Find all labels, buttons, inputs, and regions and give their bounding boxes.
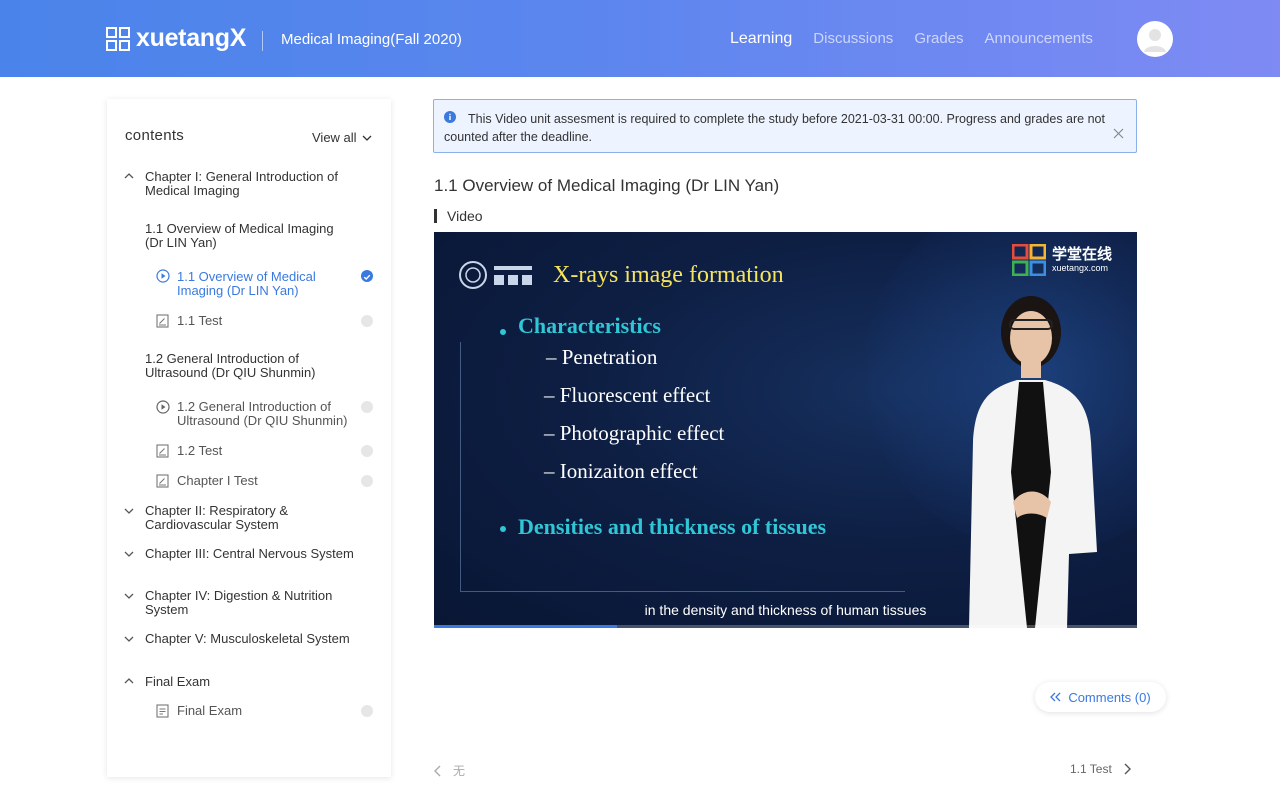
chevron-up-icon[interactable] [124, 678, 134, 684]
test-document-icon [156, 474, 169, 488]
comments-button[interactable]: Comments (0) [1035, 682, 1166, 712]
brand-cn: 学堂在线 [1052, 246, 1113, 263]
chevron-down-icon[interactable] [124, 636, 134, 642]
unit-title: 1.1 Overview of Medical Imaging (Dr LIN … [434, 176, 780, 195]
comments-label: Comments (0) [1068, 689, 1151, 705]
university-emblem-icon [459, 261, 532, 289]
unit-chapter-1-test[interactable]: Chapter I Test [177, 474, 337, 488]
slide-item: – Ionizaiton effect [544, 459, 698, 483]
view-all-button[interactable]: View all [312, 130, 372, 145]
bullet-dot [500, 526, 506, 532]
status-dot [361, 315, 373, 327]
slide-title: X-rays image formation [553, 262, 784, 288]
sidebar-header: contents View all [107, 121, 391, 153]
section-1-2-title: 1.2 General Introduction of Ultrasound (… [145, 351, 316, 380]
slide-heading-densities: Densities and thickness of tissues [518, 514, 827, 539]
logo-text: xuetangX [136, 24, 247, 52]
sidebar-title: contents [125, 127, 185, 144]
slide-item: – Penetration [546, 345, 658, 369]
next-unit-button[interactable]: 1.1 Test [1070, 762, 1131, 776]
exam-document-icon [156, 704, 169, 718]
logo-icon [106, 26, 130, 51]
status-dot [361, 401, 373, 413]
unit-1-2-test[interactable]: 1.2 Test [177, 444, 337, 458]
course-contents-sidebar: contents View all Chapter I: General Int… [107, 99, 391, 777]
user-avatar[interactable] [1137, 21, 1173, 57]
nav-discussions[interactable]: Discussions [813, 30, 893, 48]
chevron-right-icon [1124, 763, 1131, 775]
final-exam-chapter[interactable]: Final Exam [145, 675, 365, 689]
section-1-1-title: 1.1 Overview of Medical Imaging (Dr LIN … [145, 221, 334, 250]
video-subtitle: in the density and thickness of human ti… [644, 602, 927, 618]
top-header: xuetangX Medical Imaging(Fall 2020) Lear… [0, 0, 1280, 77]
user-avatar-icon [1144, 29, 1166, 52]
unit-final-exam[interactable]: Final Exam [177, 704, 337, 718]
status-dot [361, 705, 373, 717]
video-progress-bar[interactable] [434, 625, 1137, 628]
chevron-down-icon[interactable] [124, 551, 134, 557]
completed-check-icon [361, 270, 373, 282]
chapter-3-title[interactable]: Chapter III: Central Nervous System [145, 547, 365, 561]
next-unit-label: 1.1 Test [1070, 762, 1112, 776]
notice-text: This Video unit assesment is required to… [444, 112, 1105, 144]
chapter-4-title[interactable]: Chapter IV: Digestion & Nutrition System [145, 589, 365, 617]
chevron-down-icon [362, 135, 372, 141]
nav-learning[interactable]: Learning [730, 30, 792, 48]
previous-unit-label: 无 [453, 764, 466, 778]
presenter-figure [969, 296, 1097, 628]
chevron-down-icon[interactable] [124, 593, 134, 599]
unit-1-2-video[interactable]: 1.2 General Introduction of Ultrasound (… [177, 400, 352, 428]
brand-en: xuetangx.com [1052, 263, 1109, 273]
deadline-notice: This Video unit assesment is required to… [433, 99, 1137, 153]
status-dot [361, 475, 373, 487]
play-circle-icon [156, 269, 170, 283]
course-title: Medical Imaging(Fall 2020) [281, 31, 462, 48]
nav-announcements[interactable]: Announcements [985, 30, 1093, 48]
video-player[interactable]: X-rays image formation Characteristics –… [434, 232, 1137, 628]
play-circle-icon [156, 400, 170, 414]
main-nav: Learning Discussions Grades Announcement… [730, 30, 1114, 48]
chevron-left-icon [434, 765, 441, 776]
unit-1-1-video[interactable]: 1.1 Overview of Medical Imaging (Dr LIN … [177, 270, 337, 298]
slide-heading-characteristics: Characteristics [518, 313, 661, 338]
unit-1-1-test[interactable]: 1.1 Test [177, 314, 337, 328]
close-icon[interactable] [1113, 128, 1124, 139]
chapter-2-title[interactable]: Chapter II: Respiratory & Cardiovascular… [145, 504, 365, 532]
bullet-dot [500, 329, 506, 335]
video-progress-fill [434, 625, 617, 628]
xuetangx-logo[interactable]: xuetangX [106, 24, 246, 53]
xuetangx-watermark: 学堂在线 xuetangx.com [1012, 244, 1112, 276]
slide-item: – Fluorescent effect [544, 383, 711, 407]
view-all-label: View all [312, 130, 357, 145]
previous-unit-button[interactable]: 无 [434, 762, 465, 779]
test-document-icon [156, 444, 169, 458]
section-label: Video [434, 209, 483, 223]
test-document-icon [156, 314, 169, 328]
brand-logo-icon [1012, 244, 1046, 276]
nav-grades[interactable]: Grades [914, 30, 963, 48]
status-dot [361, 445, 373, 457]
slide-item: – Photographic effect [544, 421, 725, 445]
header-divider [262, 31, 263, 51]
chevron-up-icon[interactable] [124, 173, 134, 179]
double-chevron-left-icon [1050, 692, 1061, 702]
chevron-down-icon[interactable] [124, 508, 134, 514]
chapter-1-title[interactable]: Chapter I: General Introduction of Medic… [145, 170, 365, 198]
chapter-5-title[interactable]: Chapter V: Musculoskeletal System [145, 632, 365, 646]
